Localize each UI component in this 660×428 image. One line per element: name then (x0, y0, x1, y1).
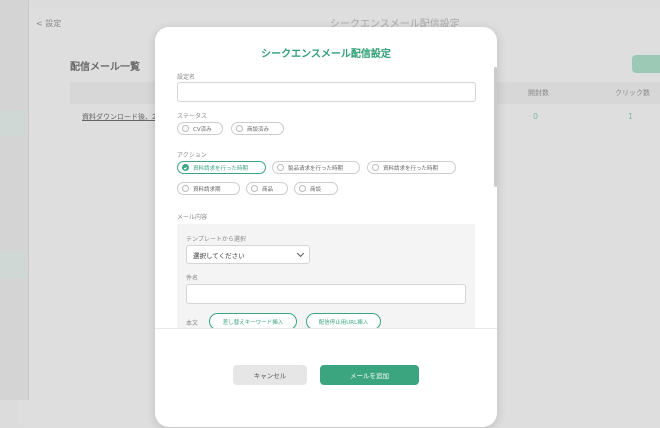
column-open: 開封数 (528, 89, 549, 97)
radio-icon (277, 164, 284, 171)
status-label: ステータス (177, 113, 208, 120)
radio-icon (182, 185, 189, 192)
name-label: 設定名 (177, 74, 196, 81)
check-icon (182, 164, 189, 171)
subject-label: 件名 (186, 275, 199, 282)
sidebar-active-item (0, 110, 26, 136)
content-label: メール内容 (177, 214, 208, 221)
open-count: 0 (533, 112, 539, 121)
action-option-4[interactable]: 資料請求期 (177, 182, 240, 195)
name-input[interactable] (177, 82, 476, 102)
radio-icon (299, 185, 306, 192)
template-label: テンプレートから選択 (186, 236, 246, 243)
radio-icon (251, 185, 258, 192)
radio-icon (236, 125, 243, 132)
body-label: 本文 (186, 320, 199, 327)
subject-input[interactable] (186, 284, 466, 304)
status-option-meeting[interactable]: 商談済み (231, 122, 284, 135)
modal-title: シークエンスメール配信設定 (261, 49, 391, 60)
action-option-2[interactable]: 製品请求を行った時期 (272, 161, 360, 174)
radio-icon (372, 164, 379, 171)
back-link[interactable]: < 設定 (36, 18, 61, 29)
chevron-down-icon (296, 249, 305, 258)
action-option-1[interactable]: 資料請求を行った時期 (177, 161, 266, 174)
radio-icon (182, 125, 189, 132)
list-title: 配信メール一覧 (70, 62, 140, 73)
click-count: 1 (628, 112, 634, 121)
action-option-3[interactable]: 資料請求を行った時期 (367, 161, 456, 174)
background-add-button[interactable] (632, 55, 660, 73)
left-sidebar (0, 0, 29, 400)
modal-scrollbar[interactable] (494, 67, 497, 187)
template-select[interactable]: 選択してください (186, 245, 310, 264)
status-option-cv[interactable]: CV済み (177, 122, 223, 135)
action-option-6[interactable]: 商談 (294, 182, 338, 195)
action-option-5[interactable]: 商品 (246, 182, 288, 195)
column-click: クリック数 (615, 89, 650, 97)
sidebar-active-item (0, 252, 26, 278)
action-label: アクション (177, 152, 207, 159)
cancel-button[interactable]: キャンセル (233, 365, 307, 385)
add-mail-button[interactable]: メールを追加 (320, 365, 419, 385)
